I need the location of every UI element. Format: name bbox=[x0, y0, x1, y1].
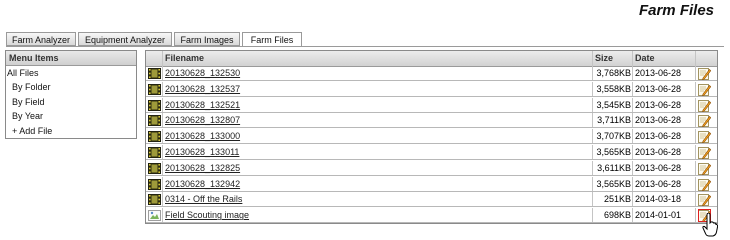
film-icon bbox=[147, 178, 162, 190]
file-date: 2013-06-28 bbox=[635, 99, 682, 110]
file-size: 3,558KB bbox=[596, 83, 631, 94]
film-icon bbox=[147, 83, 162, 96]
file-size: 3,565KB bbox=[596, 178, 631, 189]
tab-divider bbox=[6, 46, 724, 47]
film-icon bbox=[147, 99, 162, 111]
file-date: 2014-01-01 bbox=[635, 210, 682, 221]
file-date: 2013-06-28 bbox=[635, 162, 682, 173]
file-date: 2014-03-18 bbox=[635, 194, 682, 205]
file-link[interactable]: 20130628_132521 bbox=[165, 98, 240, 113]
mouse-cursor-icon bbox=[702, 213, 718, 237]
edit-icon[interactable] bbox=[698, 193, 712, 207]
film-icon bbox=[147, 146, 162, 159]
table-row: 20130628_132942 3,565KB 2013-06-28 bbox=[146, 176, 717, 192]
file-size: 3,711KB bbox=[597, 115, 631, 126]
file-size: 698KB bbox=[603, 210, 631, 221]
menu-item-by-field[interactable]: By Field bbox=[6, 95, 136, 109]
edit-icon[interactable] bbox=[698, 83, 712, 96]
file-link[interactable]: Field Scouting image bbox=[165, 208, 249, 223]
file-date: 2013-06-28 bbox=[635, 131, 682, 142]
image-icon bbox=[148, 210, 161, 222]
file-link[interactable]: 20130628_132537 bbox=[165, 82, 240, 97]
column-header-size[interactable]: Size bbox=[595, 51, 613, 66]
file-date: 2013-06-28 bbox=[635, 178, 682, 189]
table-row: 20130628_132530 3,768KB 2013-06-28 bbox=[146, 66, 717, 81]
file-date: 2013-06-28 bbox=[635, 147, 682, 157]
table-row: 20130628_132537 3,558KB 2013-06-28 bbox=[146, 81, 717, 97]
file-size: 3,565KB bbox=[596, 147, 631, 157]
tab-farm-files[interactable]: Farm Files bbox=[242, 32, 302, 47]
table-row: 20130628_133000 3,707KB 2013-06-28 bbox=[146, 129, 717, 145]
table-row: Field Scouting image 698KB 2014-01-01 bbox=[146, 208, 717, 224]
menu-item-by-year[interactable]: By Year bbox=[6, 109, 136, 123]
table-row: 20130628_132521 3,545KB 2013-06-28 bbox=[146, 97, 717, 113]
edit-icon[interactable] bbox=[698, 162, 712, 175]
edit-icon[interactable] bbox=[698, 99, 712, 112]
edit-icon[interactable] bbox=[698, 146, 712, 160]
tab-farm-images[interactable]: Farm Images bbox=[174, 32, 240, 46]
file-link[interactable]: 20130628_133011 bbox=[165, 145, 239, 160]
table-row: 20130628_132825 3,611KB 2013-06-28 bbox=[146, 160, 717, 176]
file-date: 2013-06-28 bbox=[635, 83, 682, 94]
file-link[interactable]: 20130628_132942 bbox=[165, 177, 240, 192]
table-header: Filename Size Date bbox=[146, 51, 717, 67]
table-row: 0314 - Off the Rails 251KB 2014-03-18 bbox=[146, 192, 717, 208]
file-link[interactable]: 20130628_133000 bbox=[165, 129, 240, 144]
page-title: Farm Files bbox=[638, 2, 714, 19]
file-date: 2013-06-28 bbox=[635, 115, 682, 126]
edit-icon[interactable] bbox=[698, 130, 712, 144]
menu-item-by-folder[interactable]: By Folder bbox=[6, 80, 136, 94]
film-icon bbox=[147, 194, 162, 206]
file-size: 3,707KB bbox=[596, 131, 631, 142]
film-icon bbox=[147, 130, 162, 143]
edit-icon[interactable] bbox=[698, 114, 712, 128]
file-link[interactable]: 20130628_132825 bbox=[165, 161, 240, 176]
menu-item-add-file[interactable]: + Add File bbox=[6, 124, 136, 138]
tab-farm-analyzer[interactable]: Farm Analyzer bbox=[6, 32, 76, 46]
edit-icon[interactable] bbox=[698, 178, 712, 191]
menu-header: Menu Items bbox=[6, 51, 136, 66]
menu-panel: Menu Items All Files By Folder By Field … bbox=[5, 50, 137, 139]
file-size: 3,611KB bbox=[597, 162, 631, 173]
film-icon bbox=[147, 115, 162, 127]
film-icon bbox=[147, 67, 162, 80]
table-row: 20130628_133011 3,565KB 2013-06-28 bbox=[146, 145, 717, 160]
file-size: 3,545KB bbox=[596, 99, 631, 110]
file-size: 251KB bbox=[603, 194, 631, 205]
files-table: Filename Size Date 20130628_132530 3,768K… bbox=[145, 50, 718, 224]
column-header-date[interactable]: Date bbox=[635, 51, 655, 66]
file-link[interactable]: 20130628_132530 bbox=[165, 66, 240, 81]
edit-icon[interactable] bbox=[698, 67, 712, 81]
menu-item-all-files[interactable]: All Files bbox=[6, 66, 136, 80]
tab-equipment-analyzer[interactable]: Equipment Analyzer bbox=[78, 32, 172, 46]
file-link[interactable]: 0314 - Off the Rails bbox=[165, 192, 242, 207]
column-header-filename[interactable]: Filename bbox=[165, 51, 204, 66]
file-link[interactable]: 20130628_132807 bbox=[165, 113, 240, 128]
table-row: 20130628_132807 3,711KB 2013-06-28 bbox=[146, 113, 717, 129]
file-size: 3,768KB bbox=[596, 68, 631, 78]
file-date: 2013-06-28 bbox=[635, 68, 682, 78]
film-icon bbox=[147, 162, 162, 175]
